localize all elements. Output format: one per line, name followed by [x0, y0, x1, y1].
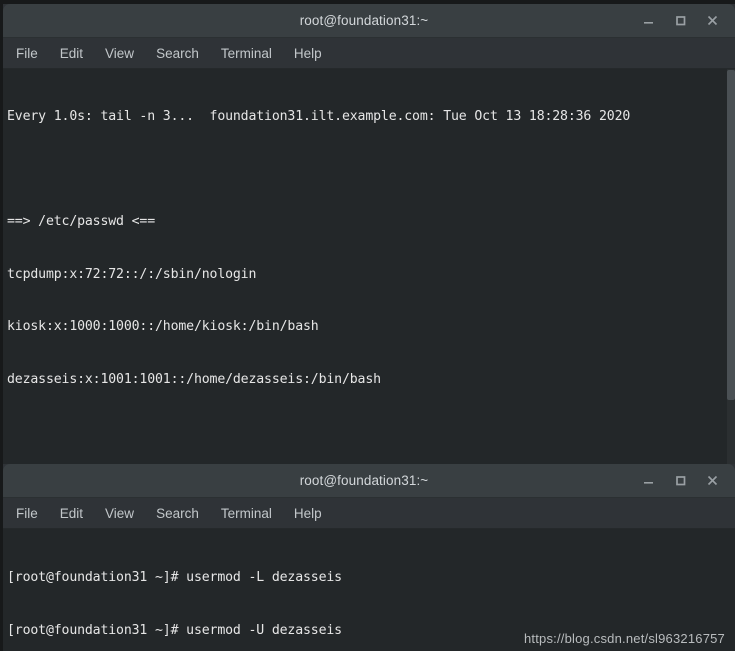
window-controls-main: [641, 13, 735, 28]
menu-item-help[interactable]: Help: [294, 506, 322, 521]
terminal-line: dezasseis:x:1001:1001::/home/dezasseis:/…: [7, 371, 381, 387]
titlebar-main[interactable]: root@foundation31:~: [3, 4, 735, 38]
terminal-window-secondary: root@foundation31:~ File Edit View Searc…: [3, 464, 735, 651]
menu-item-file[interactable]: File: [16, 506, 38, 521]
terminal-line: tcpdump:x:72:72::/:/sbin/nologin: [7, 266, 257, 282]
watermark-url: https://blog.csdn.net/sl963216757: [523, 631, 725, 646]
close-icon[interactable]: [705, 473, 720, 488]
menu-item-search[interactable]: Search: [156, 46, 199, 61]
menu-item-terminal[interactable]: Terminal: [221, 506, 272, 521]
menu-item-file[interactable]: File: [16, 46, 38, 61]
scrollbar-thumb[interactable]: [727, 70, 735, 400]
menubar-secondary: File Edit View Search Terminal Help: [3, 498, 735, 529]
window-title-secondary: root@foundation31:~: [299, 473, 429, 488]
terminal-output-main[interactable]: Every 1.0s: tail -n 3... foundation31.il…: [3, 69, 735, 466]
terminal-line: Every 1.0s: tail -n 3... foundation31.il…: [7, 109, 631, 124]
titlebar-secondary[interactable]: root@foundation31:~: [3, 464, 735, 498]
minimize-icon[interactable]: [641, 473, 656, 488]
menu-item-search[interactable]: Search: [156, 506, 199, 521]
minimize-icon[interactable]: [641, 13, 656, 28]
menubar-main: File Edit View Search Terminal Help: [3, 38, 735, 69]
maximize-icon[interactable]: [673, 13, 688, 28]
menu-item-edit[interactable]: Edit: [60, 506, 83, 521]
terminal-line: ==> /etc/passwd <==: [7, 214, 156, 229]
menu-item-help[interactable]: Help: [294, 46, 322, 61]
menu-item-view[interactable]: View: [105, 46, 134, 61]
desktop: root@foundation31:~ File Edit View Searc…: [0, 0, 735, 651]
window-controls-secondary: [641, 473, 735, 488]
menu-item-terminal[interactable]: Terminal: [221, 46, 272, 61]
maximize-icon[interactable]: [673, 473, 688, 488]
terminal-line: kiosk:x:1000:1000::/home/kiosk:/bin/bash: [7, 319, 319, 334]
window-title-main: root@foundation31:~: [299, 13, 429, 28]
terminal-scrollbar-main[interactable]: [727, 69, 735, 466]
close-icon[interactable]: [705, 13, 720, 28]
menu-item-edit[interactable]: Edit: [60, 46, 83, 61]
menu-item-view[interactable]: View: [105, 506, 134, 521]
terminal-line: [root@foundation31 ~]# usermod -L dezass…: [7, 570, 342, 585]
terminal-window-main: root@foundation31:~ File Edit View Searc…: [3, 4, 735, 466]
